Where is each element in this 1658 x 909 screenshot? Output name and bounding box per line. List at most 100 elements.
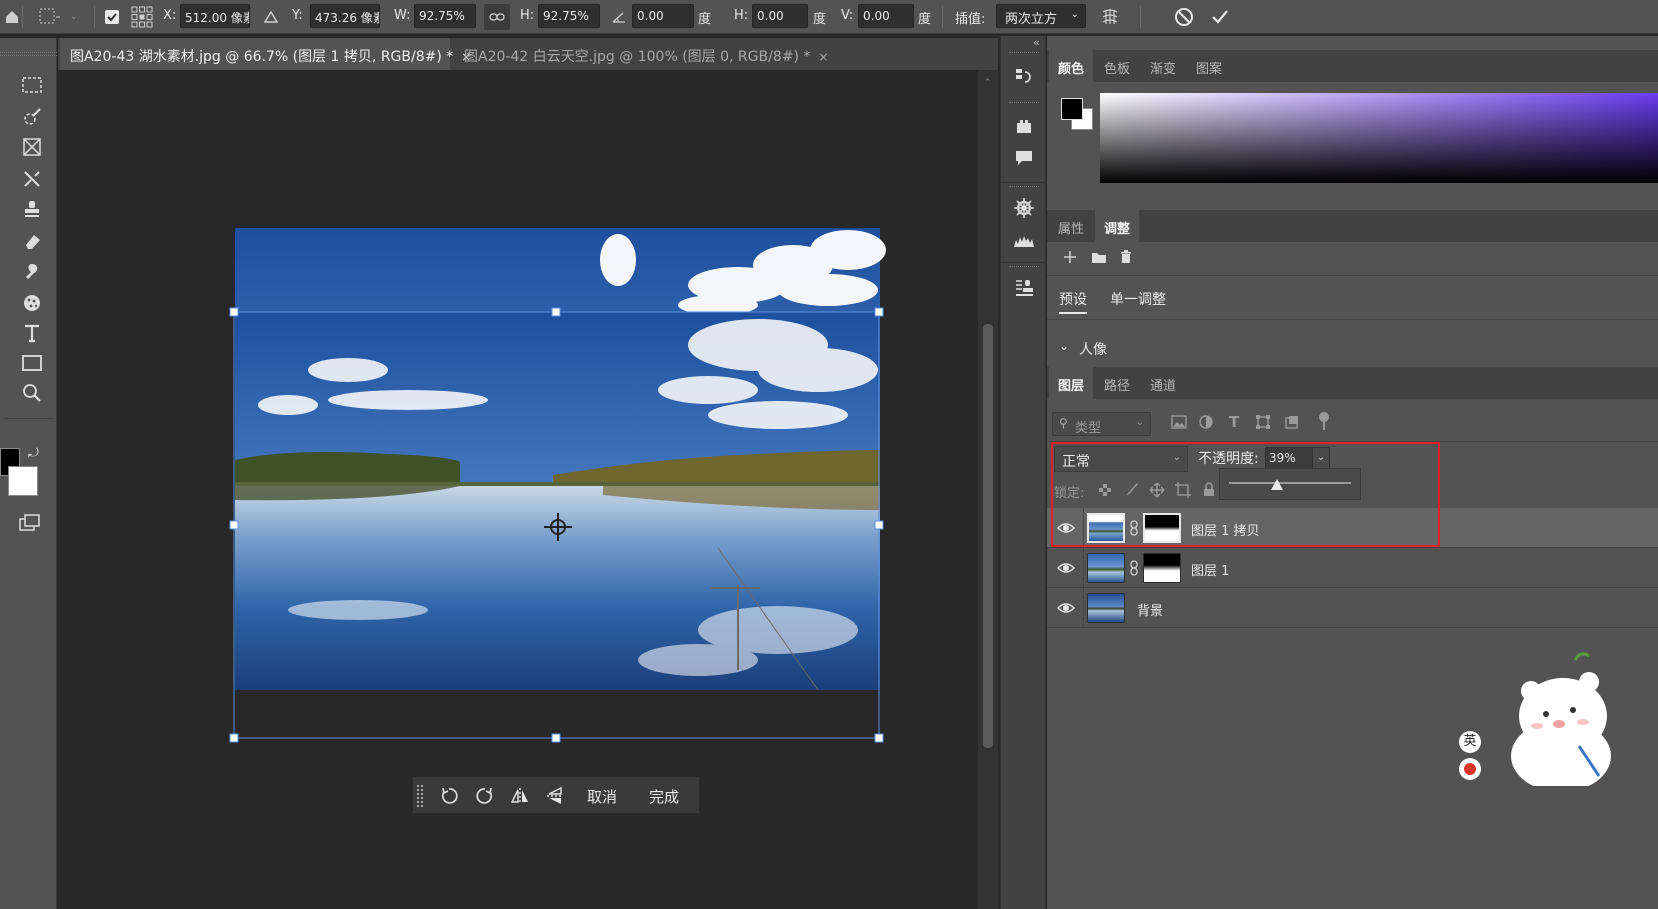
- frame-tool-icon[interactable]: [18, 134, 46, 160]
- zoom-tool-icon[interactable]: [18, 380, 46, 406]
- layer-mask-thumbnail[interactable]: [1143, 553, 1181, 583]
- layer-row[interactable]: 图层 1 拷贝: [1047, 508, 1658, 548]
- tab-single-adjustment[interactable]: 单一调整: [1110, 289, 1166, 309]
- bar-grip-icon[interactable]: [417, 785, 423, 807]
- sponge-tool-icon[interactable]: [18, 290, 46, 316]
- filter-shape-icon[interactable]: [1255, 415, 1271, 433]
- layer-row[interactable]: 图层 1: [1047, 548, 1658, 588]
- flip-horizontal-icon[interactable]: [510, 786, 530, 810]
- home-icon[interactable]: [0, 5, 24, 29]
- link-icon[interactable]: [484, 4, 510, 30]
- background-color-swatch[interactable]: [8, 466, 38, 496]
- tab-presets[interactable]: 预设: [1059, 289, 1087, 309]
- chevron-down-icon[interactable]: ⌄: [1059, 339, 1069, 353]
- filter-type-icon[interactable]: T: [1229, 413, 1239, 431]
- lock-position-icon[interactable]: [1149, 482, 1165, 502]
- foreground-color-chip[interactable]: [1061, 98, 1083, 120]
- trash-icon[interactable]: [1120, 250, 1132, 268]
- histogram-icon[interactable]: [1009, 226, 1039, 254]
- tab-layers[interactable]: 图层: [1049, 367, 1094, 399]
- opacity-slider-thumb[interactable]: [1270, 479, 1283, 490]
- commit-transform-icon[interactable]: [1208, 5, 1232, 29]
- filter-toggle-icon[interactable]: [1319, 412, 1329, 422]
- layer-name[interactable]: 图层 1: [1191, 560, 1229, 579]
- ime-badge[interactable]: 英: [1459, 731, 1481, 753]
- relative-position-icon[interactable]: [259, 5, 283, 29]
- tab-patterns[interactable]: 图案: [1187, 50, 1231, 82]
- collapse-panels-icon[interactable]: «: [1033, 36, 1040, 49]
- filter-pixel-icon[interactable]: [1171, 415, 1187, 433]
- close-icon[interactable]: ×: [818, 50, 828, 64]
- y-position-field[interactable]: 473.26 像素: [310, 4, 380, 28]
- rotate-ccw-icon[interactable]: [439, 786, 459, 810]
- lock-paint-icon[interactable]: [1125, 483, 1139, 501]
- lock-artboard-icon[interactable]: [1175, 482, 1191, 502]
- quick-selection-tool-icon[interactable]: [18, 104, 46, 130]
- opacity-field[interactable]: 39%: [1265, 447, 1313, 469]
- preset-group-portrait[interactable]: 人像: [1079, 339, 1107, 359]
- ime-mascot-icon[interactable]: [1459, 758, 1481, 780]
- flip-vertical-icon[interactable]: [545, 786, 565, 810]
- reference-point-icon[interactable]: [38, 5, 62, 29]
- scrollbar-thumb[interactable]: [983, 324, 993, 748]
- opacity-dropdown-button[interactable]: ⌄: [1312, 447, 1330, 469]
- clone-source-icon[interactable]: [1009, 274, 1039, 302]
- cancel-transform-icon[interactable]: [1172, 5, 1196, 29]
- marquee-tool-icon[interactable]: [18, 72, 46, 98]
- rectangle-tool-icon[interactable]: [18, 350, 46, 376]
- libraries-icon[interactable]: [1009, 112, 1039, 140]
- tab-color[interactable]: 颜色: [1049, 50, 1094, 82]
- document-tab-lake[interactable]: 图A20-43 湖水素材.jpg @ 66.7% (图层 1 拷贝, RGB/8…: [60, 38, 471, 70]
- canvas-area[interactable]: 取消 完成: [58, 70, 978, 909]
- vertical-scrollbar[interactable]: ⌃: [978, 70, 998, 909]
- history-icon[interactable]: [1009, 62, 1039, 90]
- rotate-cw-icon[interactable]: [475, 786, 495, 810]
- toolbar-grip[interactable]: [0, 52, 57, 56]
- skew-h-field[interactable]: 0.00: [752, 4, 808, 28]
- document-tab-sky[interactable]: 图A20-42 白云天空.jpg @ 100% (图层 0, RGB/8#) *…: [454, 38, 828, 70]
- scroll-up-icon[interactable]: ⌃: [984, 78, 992, 88]
- smudge-tool-icon[interactable]: [18, 258, 46, 284]
- tab-paths[interactable]: 路径: [1095, 367, 1139, 399]
- opacity-slider-track[interactable]: [1229, 482, 1351, 484]
- layer-name[interactable]: 图层 1 拷贝: [1191, 520, 1260, 539]
- color-spectrum-field[interactable]: [1100, 93, 1658, 183]
- folder-icon[interactable]: [1091, 251, 1107, 268]
- type-tool-icon[interactable]: [18, 320, 46, 346]
- blend-mode-select[interactable]: 正常 ⌄: [1054, 446, 1188, 472]
- link-icon[interactable]: [1129, 560, 1139, 580]
- reference-point-checkbox[interactable]: [100, 5, 124, 29]
- stamp-tool-icon[interactable]: [18, 196, 46, 222]
- screen-mode-icon[interactable]: [16, 510, 44, 536]
- cancel-button[interactable]: 取消: [587, 786, 617, 807]
- interpolation-select[interactable]: 两次立方 ⌄: [996, 4, 1086, 28]
- layer-row[interactable]: 背景: [1047, 588, 1658, 628]
- tab-channels[interactable]: 通道: [1141, 367, 1185, 399]
- width-field[interactable]: 92.75%: [414, 4, 476, 28]
- tab-swatches[interactable]: 色板: [1095, 50, 1139, 82]
- tab-gradients[interactable]: 渐变: [1141, 50, 1185, 82]
- comments-icon[interactable]: [1009, 144, 1039, 172]
- visibility-eye-icon[interactable]: [1057, 560, 1075, 576]
- reference-point-grid-icon[interactable]: [130, 5, 154, 29]
- visibility-eye-icon[interactable]: [1057, 520, 1075, 536]
- height-field[interactable]: 92.75%: [538, 4, 600, 28]
- warp-icon[interactable]: [1098, 5, 1122, 29]
- eraser-tool-icon[interactable]: [18, 228, 46, 254]
- done-button[interactable]: 完成: [649, 786, 679, 807]
- layer-name[interactable]: 背景: [1137, 600, 1163, 619]
- lock-transparency-icon[interactable]: [1099, 484, 1111, 500]
- swap-colors-icon[interactable]: ⤾: [28, 446, 39, 461]
- link-icon[interactable]: [1129, 520, 1139, 540]
- filter-adjustment-icon[interactable]: [1199, 415, 1213, 433]
- tab-properties[interactable]: 属性: [1049, 210, 1093, 242]
- tab-adjustments[interactable]: 调整: [1095, 210, 1140, 242]
- skew-v-field[interactable]: 0.00: [858, 4, 914, 28]
- x-position-field[interactable]: 512.00 像素: [180, 4, 250, 28]
- layer-filter-select[interactable]: ⚲ 类型 ⌄: [1052, 412, 1151, 436]
- eyedropper-tool-icon[interactable]: [18, 166, 46, 192]
- rotate-angle-field[interactable]: 0.00: [632, 4, 694, 28]
- visibility-eye-icon[interactable]: [1057, 600, 1075, 616]
- layer-mask-thumbnail[interactable]: [1143, 513, 1181, 543]
- lock-all-icon[interactable]: [1203, 482, 1215, 501]
